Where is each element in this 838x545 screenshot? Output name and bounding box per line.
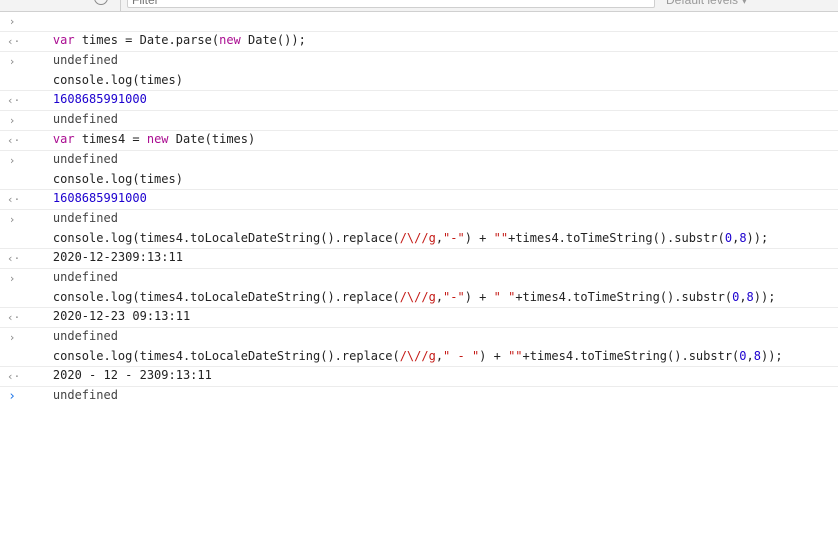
console-input-line[interactable]: › console.log(times): [0, 52, 838, 87]
return-arrow-icon: ‹·: [7, 311, 21, 324]
console-log-line: 1608685991000: [0, 170, 838, 205]
return-arrow-icon: ‹·: [7, 193, 21, 206]
console-return-line: ‹· undefined: [0, 190, 838, 225]
console-log-line: 1608685991000: [0, 71, 838, 106]
console-return-line: ‹· undefined: [0, 308, 838, 343]
console-input-line[interactable]: › console.log(times4.toLocaleDateString()…: [0, 269, 838, 304]
input-chevron-icon: ›: [8, 154, 16, 167]
log-levels-dropdown[interactable]: Default levels ▾: [666, 0, 747, 8]
console-input-line[interactable]: › console.log(times4.toLocaleDateString()…: [0, 210, 838, 245]
console-return-line: ‹· undefined: [0, 249, 838, 284]
console-return-line: ‹· undefined: [0, 131, 838, 166]
clear-console-icon[interactable]: [94, 0, 108, 5]
toolbar-divider: [120, 0, 121, 11]
filter-input[interactable]: [127, 0, 655, 8]
console-return-line: ‹· undefined: [0, 91, 838, 126]
console-input-line[interactable]: › console.log(times4.toLocaleDateString()…: [0, 328, 838, 363]
console-log-line: 2020-12-23 09:13:11: [0, 288, 838, 323]
input-chevron-icon: ›: [8, 331, 16, 344]
console-input-line[interactable]: › var times4 = new Date(times): [0, 111, 838, 146]
console-input-line[interactable]: › var times = Date.parse(new Date());: [0, 12, 838, 47]
console-prompt[interactable]: ›: [0, 387, 838, 406]
return-arrow-icon: ‹·: [7, 35, 21, 48]
console-log-line: 2020-12-2309:13:11: [0, 229, 838, 264]
input-chevron-icon: ›: [8, 114, 16, 127]
console-log-line: 2020 - 12 - 2309:13:11: [0, 347, 838, 382]
console-return-line: ‹· undefined: [0, 367, 838, 402]
console-output[interactable]: › var times = Date.parse(new Date()); ‹· u…: [0, 12, 838, 406]
return-arrow-icon: ‹·: [7, 370, 21, 383]
return-arrow-icon: ‹·: [7, 134, 21, 147]
input-chevron-icon: ›: [8, 272, 16, 285]
console-return-line: ‹· undefined: [0, 32, 838, 67]
console-input-line[interactable]: › console.log(times): [0, 151, 838, 186]
input-chevron-icon: ›: [8, 55, 16, 68]
input-chevron-icon: ›: [8, 15, 16, 28]
console-toolbar: Default levels ▾: [0, 0, 838, 12]
prompt-chevron-icon: ›: [8, 389, 16, 404]
return-arrow-icon: ‹·: [7, 252, 21, 265]
return-arrow-icon: ‹·: [7, 94, 21, 107]
input-chevron-icon: ›: [8, 213, 16, 226]
